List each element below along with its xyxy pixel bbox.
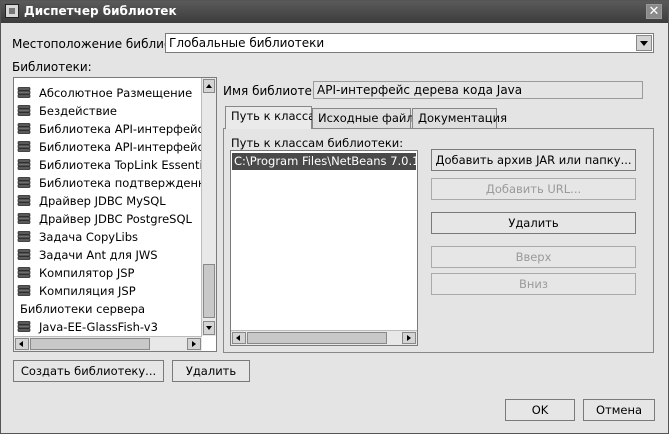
location-value: Глобальные библиотеки bbox=[169, 36, 325, 50]
list-item[interactable]: Библиотека TopLink Essentials bbox=[14, 156, 202, 174]
libraries-label: Библиотеки: bbox=[12, 60, 92, 74]
list-item-label: Компиляция JSP bbox=[39, 284, 136, 298]
list-item[interactable]: Задачи Ant для JWS bbox=[14, 246, 202, 264]
list-item[interactable]: Библиотека подтвержденного bbox=[14, 174, 202, 192]
list-item-label: Задачи Ant для JWS bbox=[39, 248, 158, 262]
add-url-button[interactable]: Добавить URL... bbox=[431, 178, 636, 200]
add-jar-button[interactable]: Добавить архив JAR или папку... bbox=[431, 149, 636, 171]
list-item[interactable]: Компилятор JSP bbox=[14, 264, 202, 282]
ok-button[interactable]: OK bbox=[505, 399, 575, 421]
close-icon[interactable]: ✕ bbox=[646, 4, 662, 19]
scroll-right-icon[interactable] bbox=[187, 338, 201, 350]
app-icon bbox=[5, 4, 19, 18]
create-library-button[interactable]: Создать библиотеку... bbox=[13, 360, 164, 382]
list-item-label: Java-EE-GlassFish-v3 bbox=[39, 320, 158, 334]
list-item-label: Драйвер JDBC PostgreSQL bbox=[39, 212, 192, 226]
list-item[interactable]: Библиотека API-интерфейса Ja bbox=[14, 120, 202, 138]
library-jar-icon bbox=[17, 195, 31, 206]
list-item-label: Библиотека API-интерфейса Ja bbox=[39, 122, 202, 136]
list-item[interactable]: Драйвер JDBC PostgreSQL bbox=[14, 210, 202, 228]
list-group-header[interactable]: Библиотеки сервера bbox=[14, 300, 202, 318]
tab-sources[interactable]: Исходные файлы bbox=[312, 108, 423, 128]
library-name-field: API-интерфейс дерева кода Java bbox=[313, 81, 643, 99]
list-item[interactable]: Библиотека API-интерфейса Ja bbox=[14, 138, 202, 156]
library-jar-icon bbox=[17, 87, 31, 98]
list-item[interactable]: Компиляция JSP bbox=[14, 282, 202, 300]
list-item-label: Библиотека TopLink Essentials bbox=[39, 158, 202, 172]
scroll-left-icon[interactable] bbox=[15, 338, 29, 350]
list-item-label: Абсолютное Размещение bbox=[39, 86, 193, 100]
tab-javadoc[interactable]: Документация bbox=[412, 108, 507, 128]
library-jar-icon bbox=[17, 231, 31, 242]
list-item-label: Бездействие bbox=[39, 104, 117, 118]
list-item[interactable]: Java-EE-GlassFish-v3 bbox=[14, 318, 202, 336]
classpath-entry[interactable]: C:\Program Files\NetBeans 7.0.1\java bbox=[232, 153, 416, 170]
scroll-thumb[interactable] bbox=[247, 332, 387, 344]
classpath-horizontal-scrollbar[interactable] bbox=[231, 330, 417, 345]
list-item[interactable]: Бездействие bbox=[14, 102, 202, 120]
library-jar-icon bbox=[17, 267, 31, 278]
delete-library-button[interactable]: Удалить bbox=[172, 360, 250, 382]
library-jar-icon bbox=[17, 249, 31, 260]
library-jar-icon bbox=[17, 123, 31, 134]
classpath-label: Путь к классам библиотеки: bbox=[231, 136, 404, 150]
move-down-button[interactable]: Вниз bbox=[431, 273, 636, 295]
libraries-list[interactable]: Абсолютное Размещение Бездействие Библиоте… bbox=[13, 77, 217, 352]
list-item-label: Компилятор JSP bbox=[39, 266, 135, 280]
list-item[interactable]: Задача CopyLibs bbox=[14, 228, 202, 246]
remove-button[interactable]: Удалить bbox=[431, 212, 636, 234]
chevron-down-icon[interactable] bbox=[636, 35, 652, 51]
library-jar-icon bbox=[17, 321, 31, 332]
window-title: Диспетчер библиотек bbox=[24, 4, 177, 18]
title-bar: Диспетчер библиотек ✕ bbox=[1, 1, 668, 23]
library-jar-icon bbox=[17, 141, 31, 152]
library-jar-icon bbox=[17, 177, 31, 188]
library-jar-icon bbox=[17, 159, 31, 170]
list-item-label: Библиотека API-интерфейса Ja bbox=[39, 140, 202, 154]
scroll-down-icon[interactable] bbox=[203, 321, 215, 335]
scroll-thumb[interactable] bbox=[203, 264, 215, 318]
list-item-label: Драйвер JDBC MySQL bbox=[39, 194, 166, 208]
scroll-right-icon[interactable] bbox=[402, 332, 416, 344]
cancel-button[interactable]: Отмена bbox=[583, 399, 655, 421]
move-up-button[interactable]: Вверх bbox=[431, 246, 636, 268]
list-item[interactable]: Драйвер JDBC MySQL bbox=[14, 192, 202, 210]
scroll-thumb[interactable] bbox=[30, 338, 150, 350]
libraries-items: Абсолютное Размещение Бездействие Библиоте… bbox=[14, 84, 202, 336]
location-combobox[interactable]: Глобальные библиотеки bbox=[165, 33, 654, 53]
scroll-left-icon[interactable] bbox=[232, 332, 246, 344]
tab-classpath[interactable]: Путь к классам bbox=[225, 106, 324, 129]
libraries-horizontal-scrollbar[interactable] bbox=[14, 336, 202, 351]
list-item[interactable]: Абсолютное Размещение bbox=[14, 84, 202, 102]
scroll-up-icon[interactable] bbox=[203, 79, 215, 93]
library-jar-icon bbox=[17, 213, 31, 224]
list-item-label: Задача CopyLibs bbox=[39, 230, 138, 244]
library-jar-icon bbox=[17, 285, 31, 296]
list-item-label: Библиотеки сервера bbox=[20, 302, 146, 316]
library-jar-icon bbox=[17, 105, 31, 116]
library-manager-window: Диспетчер библиотек ✕ Местоположение биб… bbox=[0, 0, 669, 434]
list-item-label: Библиотека подтвержденного bbox=[39, 176, 202, 190]
classpath-list[interactable]: C:\Program Files\NetBeans 7.0.1\java bbox=[230, 150, 418, 346]
libraries-vertical-scrollbar[interactable] bbox=[201, 78, 216, 336]
